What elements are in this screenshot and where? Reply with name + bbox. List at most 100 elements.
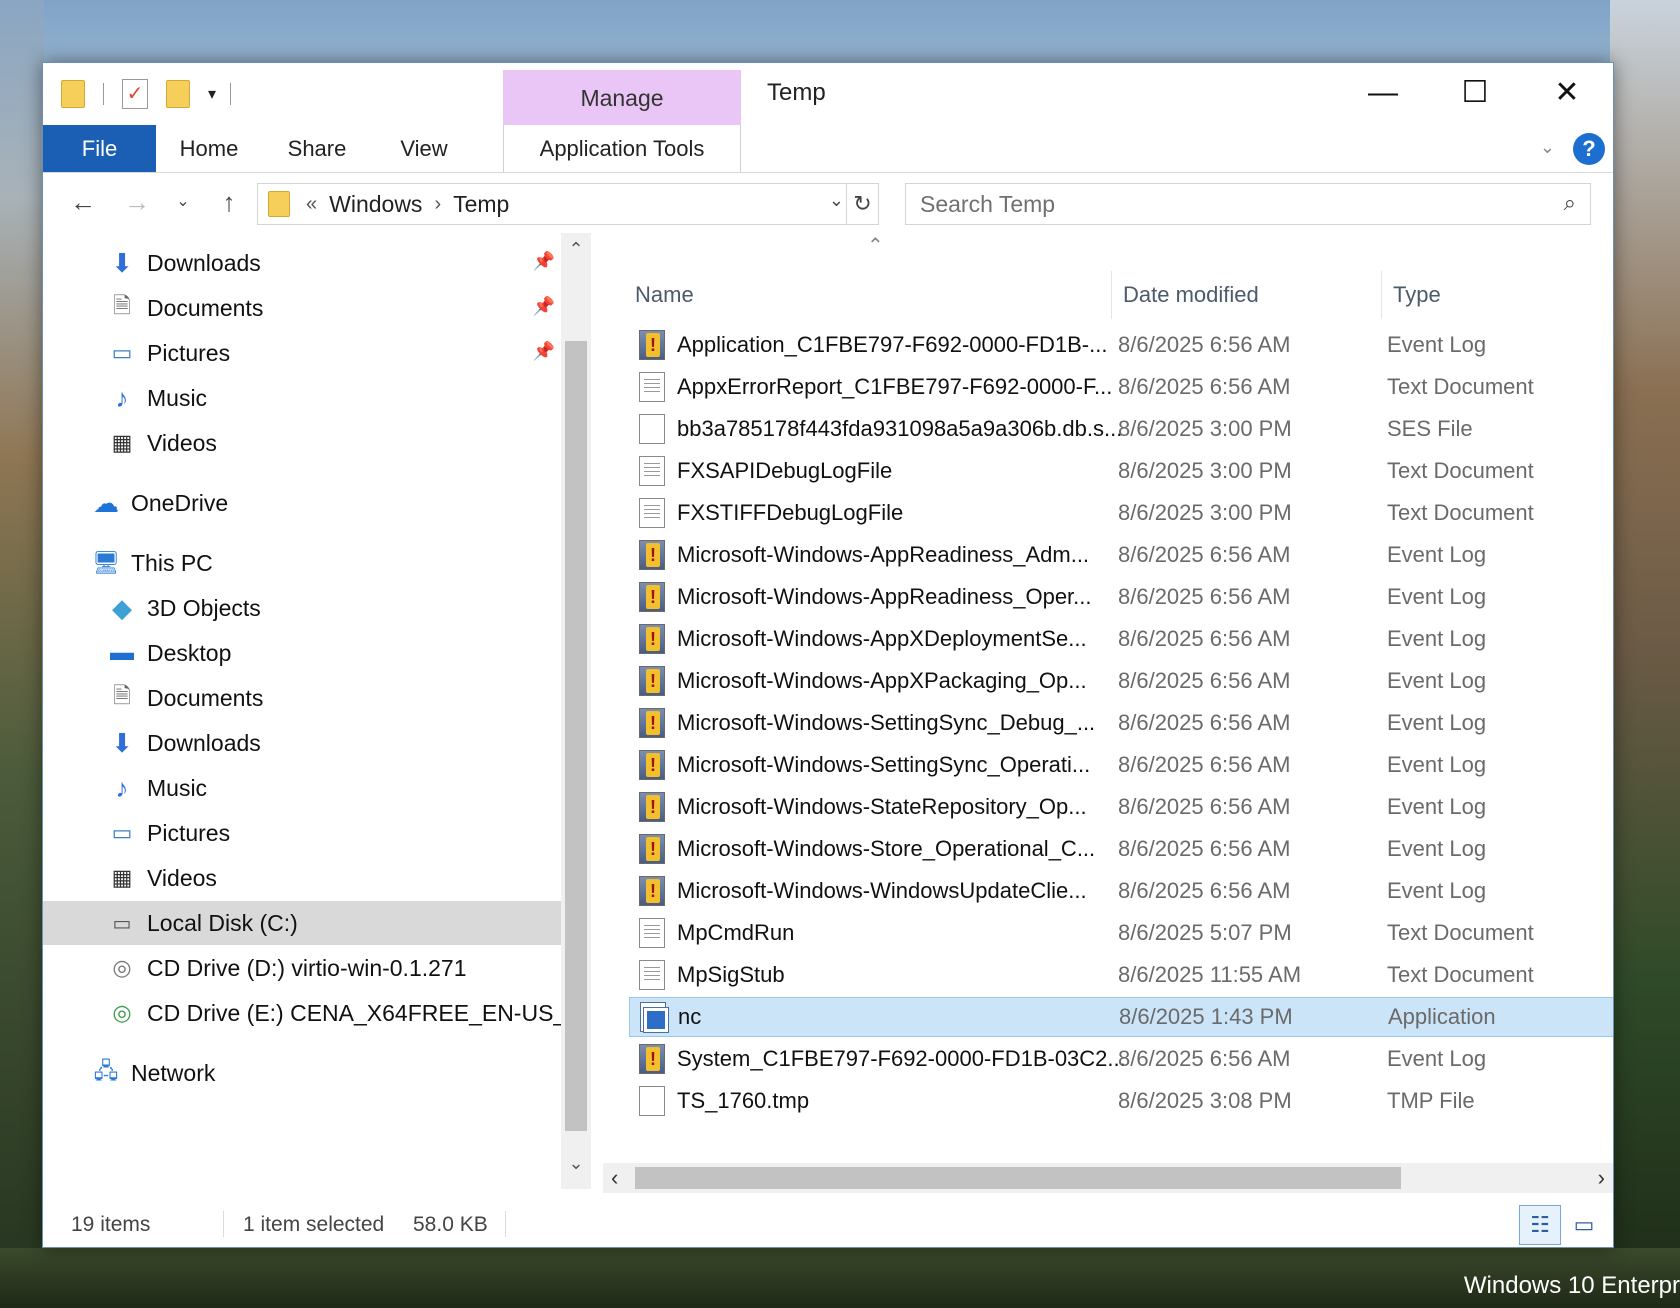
breadcrumb-separator-icon[interactable]: › bbox=[434, 193, 441, 216]
pin-icon[interactable]: 📌 bbox=[533, 251, 555, 272]
nav-item-local-disk-c[interactable]: ▭ Local Disk (C:) bbox=[43, 901, 561, 945]
back-arrow-icon[interactable]: ← bbox=[65, 185, 101, 219]
file-row[interactable]: MpCmdRun 8/6/2025 5:07 PM Text Document bbox=[629, 913, 1613, 953]
file-list-horizontal-scrollbar[interactable]: ‹ › bbox=[603, 1163, 1613, 1193]
chevron-left-icon[interactable]: ‹ bbox=[611, 1165, 618, 1191]
file-row[interactable]: nc 8/6/2025 1:43 PM Application bbox=[629, 997, 1613, 1037]
nav-item-videos[interactable]: ▦ Videos bbox=[43, 421, 561, 465]
event-log-file-icon bbox=[639, 792, 665, 822]
file-row[interactable]: Microsoft-Windows-AppReadiness_Oper... 8/… bbox=[629, 577, 1613, 617]
file-name: Microsoft-Windows-AppReadiness_Oper... bbox=[677, 584, 1092, 609]
file-row[interactable]: Microsoft-Windows-AppXPackaging_Op... 8/6… bbox=[629, 661, 1613, 701]
file-row[interactable]: Microsoft-Windows-Store_Operational_C...… bbox=[629, 829, 1613, 869]
column-divider[interactable] bbox=[1381, 271, 1382, 319]
properties-icon[interactable]: ✓ bbox=[122, 79, 148, 109]
text-document-icon bbox=[639, 918, 665, 948]
file-row[interactable]: Microsoft-Windows-AppXDeploymentSe... 8/6… bbox=[629, 619, 1613, 659]
recent-locations-icon[interactable]: ⌄ bbox=[171, 185, 195, 219]
nav-item-desktop[interactable]: ▬ Desktop bbox=[43, 631, 561, 675]
help-icon[interactable]: ? bbox=[1573, 133, 1605, 165]
chevron-down-icon[interactable]: ⌄ bbox=[829, 190, 844, 211]
file-row[interactable]: FXSAPIDebugLogFile 8/6/2025 3:00 PM Text D… bbox=[629, 451, 1613, 491]
breadcrumb-temp[interactable]: Temp bbox=[453, 191, 509, 218]
tab-manage[interactable]: Manage bbox=[503, 70, 741, 125]
nav-item-cd-drive-e[interactable]: ◎ CD Drive (E:) CENA_X64FREE_EN-US_DV9 bbox=[43, 991, 561, 1035]
nav-item-videos-pc[interactable]: ▦ Videos bbox=[43, 856, 561, 900]
download-arrow-icon: ⬇ bbox=[111, 247, 133, 278]
file-row[interactable]: Microsoft-Windows-SettingSync_Operati...… bbox=[629, 745, 1613, 785]
event-log-file-icon bbox=[639, 708, 665, 738]
scrollbar-thumb[interactable] bbox=[635, 1167, 1401, 1189]
file-row[interactable]: FXSTIFFDebugLogFile 8/6/2025 3:00 PM Text … bbox=[629, 493, 1613, 533]
nav-item-onedrive[interactable]: ☁ OneDrive bbox=[43, 481, 561, 525]
file-name: FXSTIFFDebugLogFile bbox=[677, 500, 904, 525]
chevron-up-icon[interactable]: ⌃ bbox=[561, 239, 591, 260]
navigation-bar: ← → ⌄ ↑ « Windows › Temp ⌄ ↻ ⌕ bbox=[43, 173, 1613, 231]
refresh-icon[interactable]: ↻ bbox=[846, 184, 878, 224]
column-header-name[interactable]: Name bbox=[635, 271, 694, 319]
forward-arrow-icon[interactable]: → bbox=[119, 185, 155, 219]
new-folder-icon[interactable] bbox=[166, 80, 190, 108]
file-row[interactable]: System_C1FBE797-F692-0000-FD1B-03C2...8/… bbox=[629, 1039, 1613, 1079]
file-date-modified: 8/6/2025 11:55 AM bbox=[1118, 962, 1302, 987]
pin-icon[interactable]: 📌 bbox=[533, 296, 555, 317]
tab-home[interactable]: Home bbox=[161, 125, 257, 172]
file-name: Application_C1FBE797-F692-0000-FD1B-... bbox=[677, 332, 1108, 357]
nav-item-music[interactable]: ♪ Music bbox=[43, 376, 561, 420]
tab-file[interactable]: File bbox=[43, 125, 156, 172]
address-bar[interactable]: « Windows › Temp ⌄ ↻ bbox=[257, 183, 879, 225]
nav-item-3d-objects[interactable]: ◆ 3D Objects bbox=[43, 586, 561, 630]
file-row[interactable]: Microsoft-Windows-AppReadiness_Adm... 8/6… bbox=[629, 535, 1613, 575]
tab-view[interactable]: View bbox=[379, 125, 469, 172]
customize-toolbar-icon[interactable]: ▾ bbox=[202, 84, 222, 104]
breadcrumb-windows[interactable]: Windows bbox=[329, 191, 422, 218]
file-row[interactable]: bb3a785178f443fda931098a5a9a306b.db.s...… bbox=[629, 409, 1613, 449]
file-row[interactable]: Microsoft-Windows-StateRepository_Op... 8… bbox=[629, 787, 1613, 827]
nav-item-downloads[interactable]: ⬇ Downloads 📌 bbox=[43, 241, 561, 285]
file-name: Microsoft-Windows-Store_Operational_C... bbox=[677, 836, 1096, 861]
nav-pane-scrollbar[interactable]: ⌃ ⌄ bbox=[561, 233, 591, 1189]
file-row[interactable]: MpSigStub 8/6/2025 11:55 AM Text Document bbox=[629, 955, 1613, 995]
close-button[interactable]: ✕ bbox=[1521, 63, 1613, 123]
chevron-down-icon[interactable]: ⌄ bbox=[1540, 137, 1555, 158]
status-divider bbox=[223, 1211, 224, 1237]
column-header-date-modified[interactable]: Date modified bbox=[1123, 271, 1259, 319]
up-arrow-icon[interactable]: ↑ bbox=[211, 185, 247, 219]
column-divider[interactable] bbox=[1111, 271, 1112, 319]
tab-application-tools[interactable]: Application Tools bbox=[503, 125, 741, 172]
file-row[interactable]: AppxErrorReport_C1FBE797-F692-0000-F... 8… bbox=[629, 367, 1613, 407]
application-icon bbox=[640, 1002, 669, 1033]
nav-item-downloads-pc[interactable]: ⬇ Downloads bbox=[43, 721, 561, 765]
maximize-button[interactable]: ☐ bbox=[1429, 63, 1521, 123]
chevron-right-icon[interactable]: › bbox=[1598, 1165, 1605, 1191]
file-row[interactable]: TS_1760.tmp 8/6/2025 3:08 PM TMP File bbox=[629, 1081, 1613, 1121]
file-list: ⌃ Name Date modified Type Application_C1… bbox=[593, 233, 1613, 1163]
details-view-icon[interactable]: ☷ bbox=[1519, 1205, 1561, 1245]
scrollbar-thumb[interactable] bbox=[565, 341, 587, 1131]
search-icon[interactable]: ⌕ bbox=[1564, 190, 1576, 216]
search-input[interactable] bbox=[906, 184, 1526, 224]
pin-icon[interactable]: 📌 bbox=[533, 341, 555, 362]
file-date-modified: 8/6/2025 6:56 AM bbox=[1118, 836, 1291, 861]
file-row[interactable]: Microsoft-Windows-WindowsUpdateClie... 8/… bbox=[629, 871, 1613, 911]
overflow-icon[interactable]: « bbox=[306, 193, 317, 216]
nav-item-cd-drive-d[interactable]: ◎ CD Drive (D:) virtio-win-0.1.271 bbox=[43, 946, 561, 990]
large-icons-view-icon[interactable]: ▭ bbox=[1563, 1205, 1605, 1245]
search-box[interactable]: ⌕ bbox=[905, 183, 1591, 225]
nav-item-documents[interactable]: 🗎 Documents 📌 bbox=[43, 286, 561, 330]
nav-item-music-pc[interactable]: ♪ Music bbox=[43, 766, 561, 810]
nav-item-network[interactable]: 🖧 Network bbox=[43, 1051, 561, 1095]
blank-file-icon bbox=[639, 1086, 665, 1116]
nav-item-pictures-pc[interactable]: ▭ Pictures bbox=[43, 811, 561, 855]
nav-item-pictures[interactable]: ▭ Pictures 📌 bbox=[43, 331, 561, 375]
file-row[interactable]: Application_C1FBE797-F692-0000-FD1B-... 8… bbox=[629, 325, 1613, 365]
chevron-down-icon[interactable]: ⌄ bbox=[561, 1153, 591, 1174]
nav-item-this-pc[interactable]: 🖥 This PC bbox=[43, 541, 561, 585]
documents-icon: 🗎 bbox=[113, 293, 131, 318]
minimize-button[interactable]: — bbox=[1337, 63, 1429, 123]
column-header-type[interactable]: Type bbox=[1393, 271, 1441, 319]
tab-share[interactable]: Share bbox=[269, 125, 365, 172]
folder-icon[interactable] bbox=[61, 80, 85, 108]
nav-item-documents-pc[interactable]: 🗎 Documents bbox=[43, 676, 561, 720]
file-row[interactable]: Microsoft-Windows-SettingSync_Debug_... 8… bbox=[629, 703, 1613, 743]
